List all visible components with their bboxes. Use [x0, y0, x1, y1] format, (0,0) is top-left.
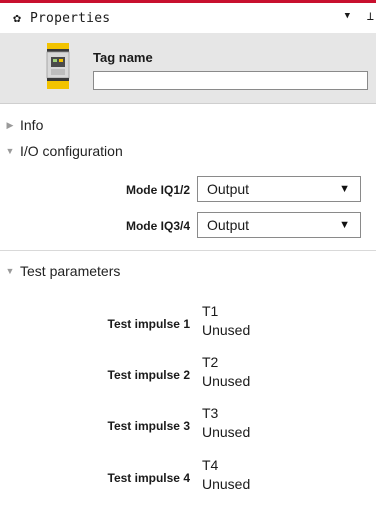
section-io-label: I/O configuration	[20, 143, 123, 159]
chevron-down-icon: ▼	[5, 146, 15, 156]
chevron-right-icon: ▶	[6, 119, 14, 130]
section-divider	[0, 250, 376, 251]
device-icon	[46, 43, 70, 89]
test-impulse-2-label: Test impulse 2	[107, 368, 190, 382]
tag-header: Tag name	[0, 33, 376, 104]
test-impulse-4-status: Unused	[202, 476, 251, 492]
section-test-parameters[interactable]: ▼ Test parameters	[0, 260, 376, 282]
test-impulse-1-label: Test impulse 1	[107, 317, 190, 331]
chevron-down-icon: ▼	[5, 266, 15, 276]
test-impulse-4-name: T4	[202, 457, 219, 473]
test-impulse-3-label: Test impulse 3	[107, 419, 190, 433]
test-impulse-1-status: Unused	[202, 322, 251, 338]
mode-iq12-label: Mode IQ1/2	[125, 183, 190, 197]
panel-titlebar: ✿ Properties ▼ ⊥	[0, 3, 376, 33]
dropdown-arrow-icon: ▼	[339, 219, 350, 231]
gear-icon: ✿	[13, 10, 21, 26]
tag-name-label: Tag name	[93, 50, 153, 65]
mode-iq34-label: Mode IQ3/4	[125, 219, 190, 233]
test-impulse-3-status: Unused	[202, 424, 251, 440]
test-impulse-4-value: T4 Unused	[202, 457, 250, 492]
test-impulse-4-label: Test impulse 4	[107, 471, 190, 485]
test-impulse-3-name: T3	[202, 405, 219, 421]
dropdown-menu-icon[interactable]: ▼	[345, 11, 350, 21]
section-info-label: Info	[20, 117, 44, 133]
mode-iq12-value: Output	[207, 181, 250, 197]
pin-icon[interactable]: ⊥	[367, 9, 374, 23]
section-test-label: Test parameters	[20, 263, 121, 279]
test-impulse-2-status: Unused	[202, 373, 251, 389]
test-impulse-3-value: T3 Unused	[202, 405, 250, 440]
mode-iq12-select[interactable]: Output ▼	[197, 176, 361, 202]
section-io-configuration[interactable]: ▼ I/O configuration	[0, 140, 376, 162]
test-impulse-2-value: T2 Unused	[202, 354, 250, 389]
test-impulse-2-name: T2	[202, 354, 219, 370]
test-impulse-1-value: T1 Unused	[202, 303, 250, 338]
panel-title: Properties	[30, 10, 111, 26]
section-info[interactable]: ▶ Info	[0, 114, 376, 136]
mode-iq34-select[interactable]: Output ▼	[197, 212, 361, 238]
tag-name-input[interactable]	[93, 71, 368, 90]
dropdown-arrow-icon: ▼	[339, 183, 350, 195]
mode-iq34-value: Output	[207, 217, 250, 233]
test-impulse-1-name: T1	[202, 303, 219, 319]
